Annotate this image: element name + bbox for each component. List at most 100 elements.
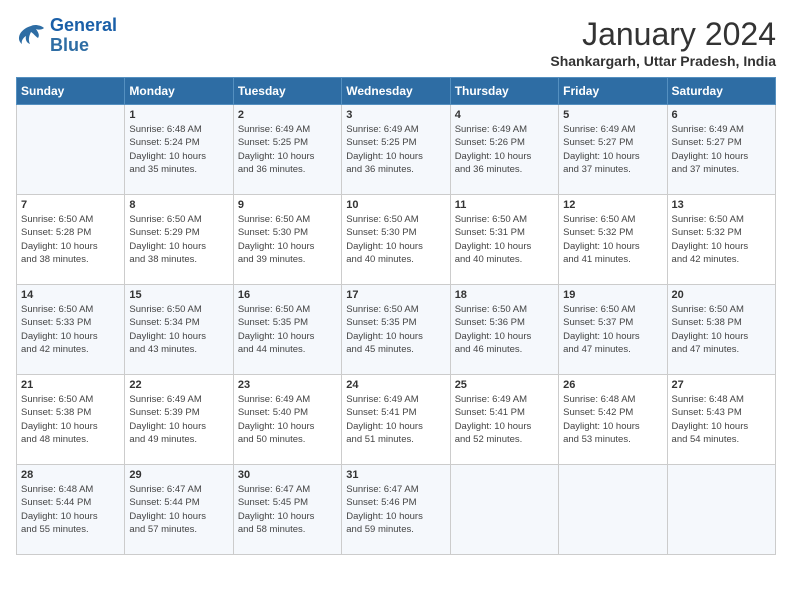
day-number: 17 <box>346 289 445 301</box>
day-info: Sunrise: 6:47 AM Sunset: 5:44 PM Dayligh… <box>129 483 228 536</box>
day-number: 30 <box>238 469 337 481</box>
calendar-cell: 14 Sunrise: 6:50 AM Sunset: 5:33 PM Dayli… <box>17 285 125 375</box>
day-number: 5 <box>563 109 662 121</box>
location-subtitle: Shankargarh, Uttar Pradesh, India <box>550 53 776 69</box>
day-info: Sunrise: 6:50 AM Sunset: 5:32 PM Dayligh… <box>672 213 771 266</box>
day-number: 9 <box>238 199 337 211</box>
calendar-cell: 17Sunrise: 6:50 AM Sunset: 5:35 PM Dayli… <box>342 285 450 375</box>
calendar-cell: 9Sunrise: 6:50 AM Sunset: 5:30 PM Daylig… <box>233 195 341 285</box>
calendar-cell: 2 Sunrise: 6:49 AM Sunset: 5:25 PM Daylig… <box>233 105 341 195</box>
day-number: 31 <box>346 469 445 481</box>
calendar-cell: 31 Sunrise: 6:47 AM Sunset: 5:46 PM Dayli… <box>342 465 450 555</box>
day-info: Sunrise: 6:49 AM Sunset: 5:25 PM Dayligh… <box>238 123 337 176</box>
calendar-cell: 26 Sunrise: 6:48 AM Sunset: 5:42 PM Dayli… <box>559 375 667 465</box>
day-number: 10 <box>346 199 445 211</box>
day-info: Sunrise: 6:50 AM Sunset: 5:32 PM Dayligh… <box>563 213 662 266</box>
day-of-week-header: Thursday <box>450 78 558 105</box>
calendar-week-row: 7 Sunrise: 6:50 AM Sunset: 5:28 PM Daylig… <box>17 195 776 285</box>
day-number: 7 <box>21 199 120 211</box>
day-info: Sunrise: 6:48 AM Sunset: 5:42 PM Dayligh… <box>563 393 662 446</box>
calendar-week-row: 21 Sunrise: 6:50 AM Sunset: 5:38 PM Dayli… <box>17 375 776 465</box>
calendar-cell: 19Sunrise: 6:50 AM Sunset: 5:37 PM Dayli… <box>559 285 667 375</box>
calendar-cell: 27Sunrise: 6:48 AM Sunset: 5:43 PM Dayli… <box>667 375 775 465</box>
calendar-cell: 24Sunrise: 6:49 AM Sunset: 5:41 PM Dayli… <box>342 375 450 465</box>
calendar-table: SundayMondayTuesdayWednesdayThursdayFrid… <box>16 77 776 555</box>
day-info: Sunrise: 6:49 AM Sunset: 5:26 PM Dayligh… <box>455 123 554 176</box>
day-number: 14 <box>21 289 120 301</box>
calendar-week-row: 28Sunrise: 6:48 AM Sunset: 5:44 PM Dayli… <box>17 465 776 555</box>
calendar-cell: 13Sunrise: 6:50 AM Sunset: 5:32 PM Dayli… <box>667 195 775 285</box>
calendar-cell: 11 Sunrise: 6:50 AM Sunset: 5:31 PM Dayli… <box>450 195 558 285</box>
calendar-cell: 7 Sunrise: 6:50 AM Sunset: 5:28 PM Daylig… <box>17 195 125 285</box>
page-header: General Blue January 2024 Shankargarh, U… <box>16 16 776 69</box>
day-number: 18 <box>455 289 554 301</box>
calendar-cell: 20 Sunrise: 6:50 AM Sunset: 5:38 PM Dayli… <box>667 285 775 375</box>
day-info: Sunrise: 6:50 AM Sunset: 5:34 PM Dayligh… <box>129 303 228 356</box>
day-number: 22 <box>129 379 228 391</box>
day-number: 11 <box>455 199 554 211</box>
day-number: 16 <box>238 289 337 301</box>
day-info: Sunrise: 6:50 AM Sunset: 5:28 PM Dayligh… <box>21 213 120 266</box>
day-of-week-header: Saturday <box>667 78 775 105</box>
day-info: Sunrise: 6:48 AM Sunset: 5:24 PM Dayligh… <box>129 123 228 176</box>
day-number: 21 <box>21 379 120 391</box>
calendar-cell: 29 Sunrise: 6:47 AM Sunset: 5:44 PM Dayli… <box>125 465 233 555</box>
calendar-cell <box>450 465 558 555</box>
day-info: Sunrise: 6:49 AM Sunset: 5:39 PM Dayligh… <box>129 393 228 446</box>
day-number: 20 <box>672 289 771 301</box>
calendar-cell: 6Sunrise: 6:49 AM Sunset: 5:27 PM Daylig… <box>667 105 775 195</box>
day-number: 3 <box>346 109 445 121</box>
calendar-cell: 23 Sunrise: 6:49 AM Sunset: 5:40 PM Dayli… <box>233 375 341 465</box>
day-info: Sunrise: 6:50 AM Sunset: 5:36 PM Dayligh… <box>455 303 554 356</box>
day-number: 26 <box>563 379 662 391</box>
day-number: 25 <box>455 379 554 391</box>
day-number: 6 <box>672 109 771 121</box>
day-info: Sunrise: 6:50 AM Sunset: 5:37 PM Dayligh… <box>563 303 662 356</box>
calendar-week-row: 1 Sunrise: 6:48 AM Sunset: 5:24 PM Daylig… <box>17 105 776 195</box>
calendar-cell: 12 Sunrise: 6:50 AM Sunset: 5:32 PM Dayli… <box>559 195 667 285</box>
day-info: Sunrise: 6:50 AM Sunset: 5:29 PM Dayligh… <box>129 213 228 266</box>
day-number: 23 <box>238 379 337 391</box>
calendar-cell: 4 Sunrise: 6:49 AM Sunset: 5:26 PM Daylig… <box>450 105 558 195</box>
calendar-cell: 3Sunrise: 6:49 AM Sunset: 5:25 PM Daylig… <box>342 105 450 195</box>
calendar-cell <box>559 465 667 555</box>
calendar-cell: 8 Sunrise: 6:50 AM Sunset: 5:29 PM Daylig… <box>125 195 233 285</box>
day-number: 4 <box>455 109 554 121</box>
calendar-cell <box>667 465 775 555</box>
day-info: Sunrise: 6:50 AM Sunset: 5:38 PM Dayligh… <box>672 303 771 356</box>
day-number: 15 <box>129 289 228 301</box>
calendar-cell: 16 Sunrise: 6:50 AM Sunset: 5:35 PM Dayli… <box>233 285 341 375</box>
day-number: 12 <box>563 199 662 211</box>
day-info: Sunrise: 6:50 AM Sunset: 5:35 PM Dayligh… <box>238 303 337 356</box>
logo-text: General Blue <box>50 16 117 56</box>
day-info: Sunrise: 6:48 AM Sunset: 5:44 PM Dayligh… <box>21 483 120 536</box>
calendar-cell: 1 Sunrise: 6:48 AM Sunset: 5:24 PM Daylig… <box>125 105 233 195</box>
day-of-week-header: Tuesday <box>233 78 341 105</box>
calendar-header-row: SundayMondayTuesdayWednesdayThursdayFrid… <box>17 78 776 105</box>
calendar-week-row: 14 Sunrise: 6:50 AM Sunset: 5:33 PM Dayli… <box>17 285 776 375</box>
day-of-week-header: Wednesday <box>342 78 450 105</box>
day-number: 1 <box>129 109 228 121</box>
calendar-cell: 30 Sunrise: 6:47 AM Sunset: 5:45 PM Dayli… <box>233 465 341 555</box>
day-info: Sunrise: 6:47 AM Sunset: 5:46 PM Dayligh… <box>346 483 445 536</box>
day-info: Sunrise: 6:50 AM Sunset: 5:33 PM Dayligh… <box>21 303 120 356</box>
calendar-cell: 18 Sunrise: 6:50 AM Sunset: 5:36 PM Dayli… <box>450 285 558 375</box>
day-number: 8 <box>129 199 228 211</box>
calendar-cell: 25Sunrise: 6:49 AM Sunset: 5:41 PM Dayli… <box>450 375 558 465</box>
day-of-week-header: Monday <box>125 78 233 105</box>
day-info: Sunrise: 6:47 AM Sunset: 5:45 PM Dayligh… <box>238 483 337 536</box>
day-number: 29 <box>129 469 228 481</box>
day-of-week-header: Friday <box>559 78 667 105</box>
calendar-cell <box>17 105 125 195</box>
day-number: 2 <box>238 109 337 121</box>
calendar-cell: 21 Sunrise: 6:50 AM Sunset: 5:38 PM Dayli… <box>17 375 125 465</box>
day-info: Sunrise: 6:49 AM Sunset: 5:40 PM Dayligh… <box>238 393 337 446</box>
day-number: 27 <box>672 379 771 391</box>
day-info: Sunrise: 6:50 AM Sunset: 5:31 PM Dayligh… <box>455 213 554 266</box>
logo-bird-icon <box>16 22 46 50</box>
logo: General Blue <box>16 16 117 56</box>
day-info: Sunrise: 6:50 AM Sunset: 5:30 PM Dayligh… <box>346 213 445 266</box>
day-info: Sunrise: 6:50 AM Sunset: 5:38 PM Dayligh… <box>21 393 120 446</box>
day-info: Sunrise: 6:49 AM Sunset: 5:41 PM Dayligh… <box>346 393 445 446</box>
month-title: January 2024 <box>550 16 776 53</box>
